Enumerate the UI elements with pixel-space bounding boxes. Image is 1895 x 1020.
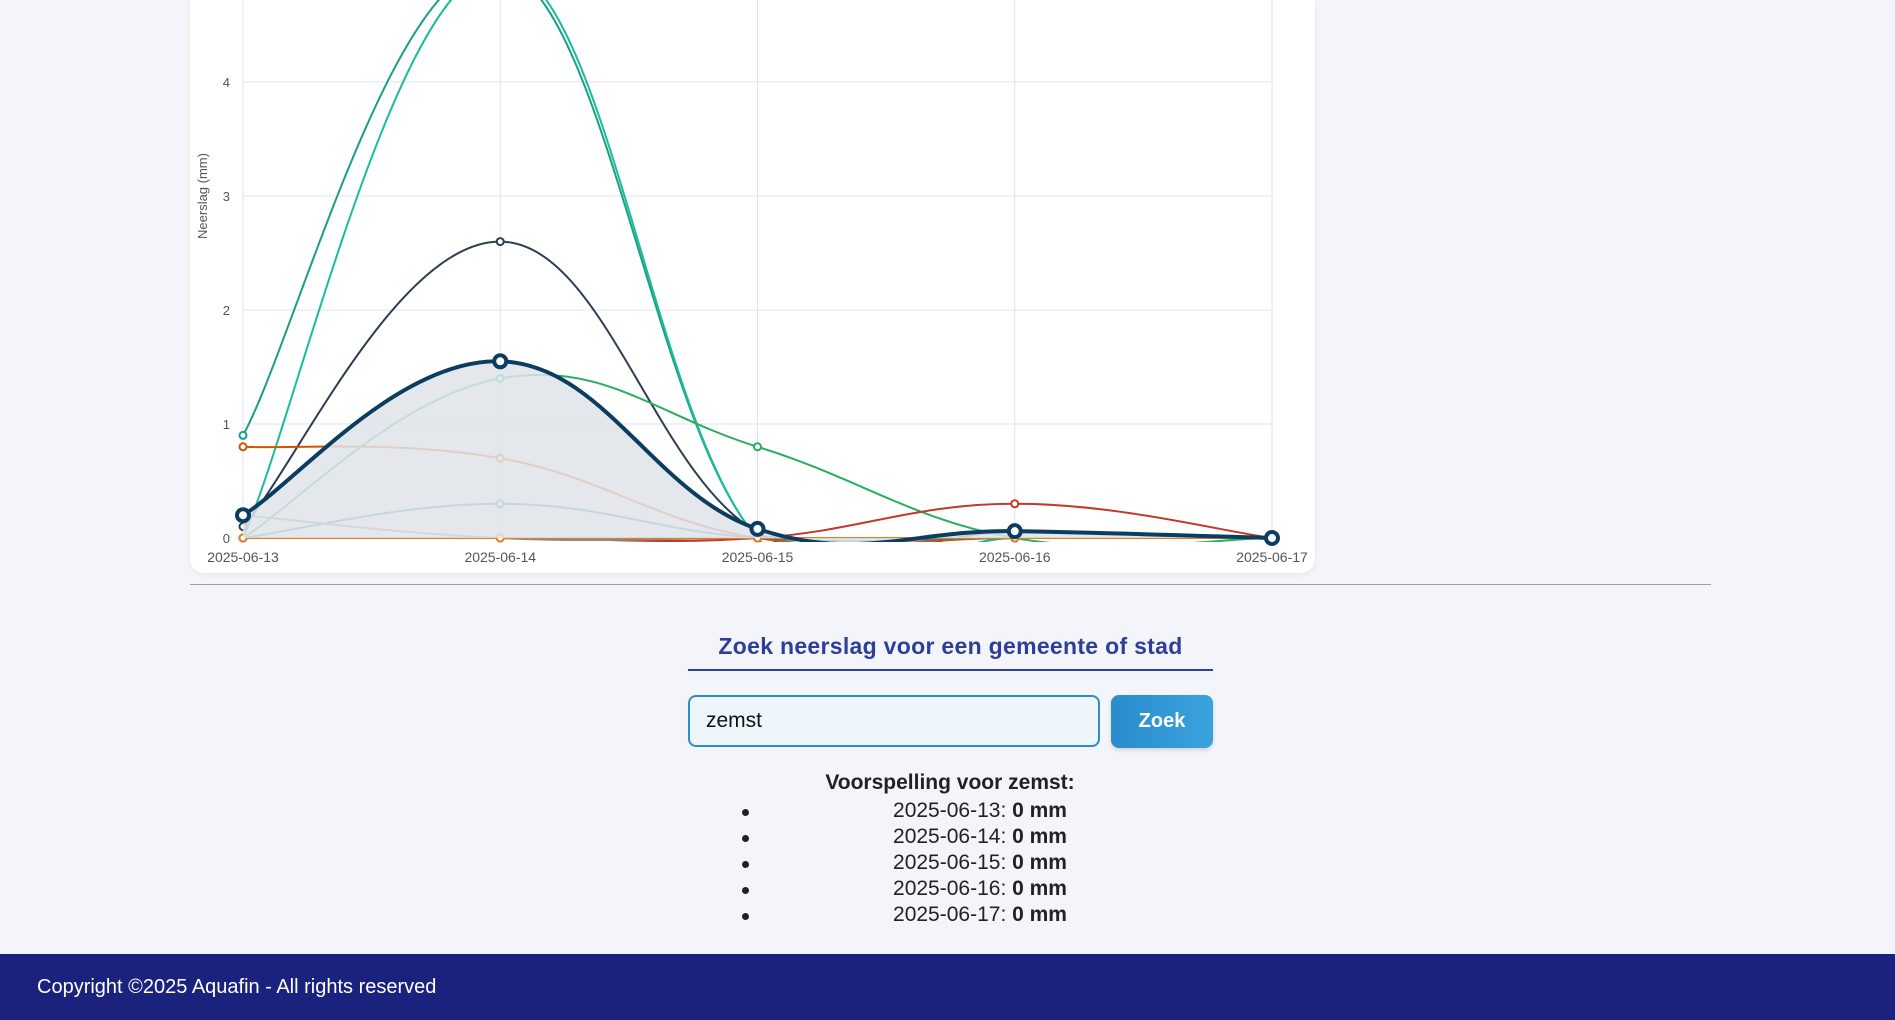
y-tick-label: 4	[223, 75, 230, 90]
forecast-date: 2025-06-15	[893, 851, 1001, 874]
series-point	[238, 430, 248, 440]
precipitation-chart: 0 1 2 3 4 2025-06-13 2025-06-14 2025-06-15 2025-…	[195, 0, 1308, 565]
y-tick-label: 3	[223, 189, 230, 204]
forecast-item: 2025-06-17: 0 mm	[700, 902, 1200, 928]
y-tick-label: 0	[223, 531, 230, 546]
forecast-date: 2025-06-14	[893, 825, 1001, 848]
footer: Copyright ©2025 Aquafin - All rights res…	[0, 954, 1895, 1020]
series-point	[495, 237, 505, 247]
x-tick-label: 2025-06-13	[207, 549, 279, 565]
footer-copyright: Copyright ©2025 Aquafin - All rights res…	[37, 976, 437, 998]
forecast-separator: :	[1000, 903, 1013, 926]
y-tick-label: 1	[223, 417, 230, 432]
series-point	[1264, 530, 1280, 546]
forecast-municipality: zemst	[1008, 771, 1068, 794]
forecast-list: 2025-06-13: 0 mm 2025-06-14: 0 mm 2025-0…	[700, 798, 1200, 928]
municipality-search-input[interactable]	[688, 695, 1100, 747]
search-title-underline	[688, 669, 1213, 671]
forecast-separator: :	[1000, 799, 1013, 822]
forecast-suffix: :	[1067, 771, 1075, 794]
series-point	[749, 520, 766, 537]
y-tick-label: 2	[223, 303, 230, 318]
series-point	[238, 442, 248, 452]
x-tick-label: 2025-06-16	[979, 549, 1051, 565]
forecast-heading: Voorspelling voor zemst:	[700, 771, 1200, 795]
forecast-item: 2025-06-14: 0 mm	[700, 824, 1200, 850]
forecast-amount: 0 mm	[1012, 825, 1067, 848]
y-axis-label: Neerslag (mm)	[195, 153, 210, 239]
forecast-date: 2025-06-17	[893, 903, 1001, 926]
series-point	[1006, 523, 1023, 540]
forecast-prefix: Voorspelling voor	[825, 771, 1003, 794]
search-title: Zoek neerslag voor een gemeente of stad	[718, 633, 1183, 659]
forecast-item: 2025-06-13: 0 mm	[700, 798, 1200, 824]
forecast-date: 2025-06-16	[893, 877, 1001, 900]
forecast-separator: :	[1000, 877, 1013, 900]
forecast-date: 2025-06-13	[893, 799, 1001, 822]
series-point	[1010, 499, 1020, 509]
series-point	[235, 507, 251, 524]
section-divider	[190, 584, 1711, 585]
series-point	[492, 353, 509, 370]
chart-card: 0 1 2 3 4 2025-06-13 2025-06-14 2025-06-15 2025-…	[190, 0, 1315, 573]
series-point	[753, 442, 762, 452]
x-tick-label: 2025-06-17	[1236, 549, 1308, 565]
forecast-item: 2025-06-15: 0 mm	[700, 850, 1200, 876]
x-tick-label: 2025-06-15	[722, 549, 794, 565]
x-tick-label: 2025-06-14	[464, 549, 536, 565]
forecast-amount: 0 mm	[1012, 903, 1067, 926]
forecast-amount: 0 mm	[1012, 851, 1067, 874]
forecast-item: 2025-06-16: 0 mm	[700, 876, 1200, 902]
search-button[interactable]: Zoek	[1111, 695, 1213, 748]
forecast-amount: 0 mm	[1012, 877, 1067, 900]
forecast-separator: :	[1000, 825, 1013, 848]
forecast-amount: 0 mm	[1012, 799, 1067, 822]
forecast-separator: :	[1000, 851, 1013, 874]
